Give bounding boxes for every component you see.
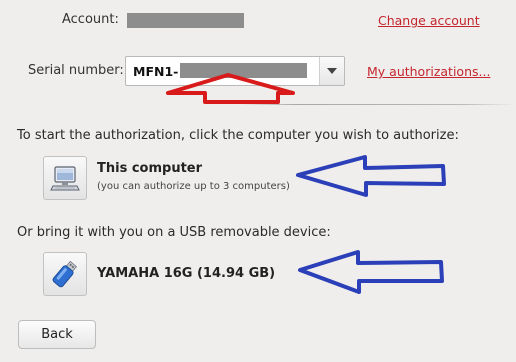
red-up-arrow-annotation xyxy=(166,73,295,104)
annotation-overlay xyxy=(166,73,446,294)
blue-left-arrow-annotation xyxy=(296,155,446,197)
blue-left-arrow-usb-annotation xyxy=(298,250,444,294)
